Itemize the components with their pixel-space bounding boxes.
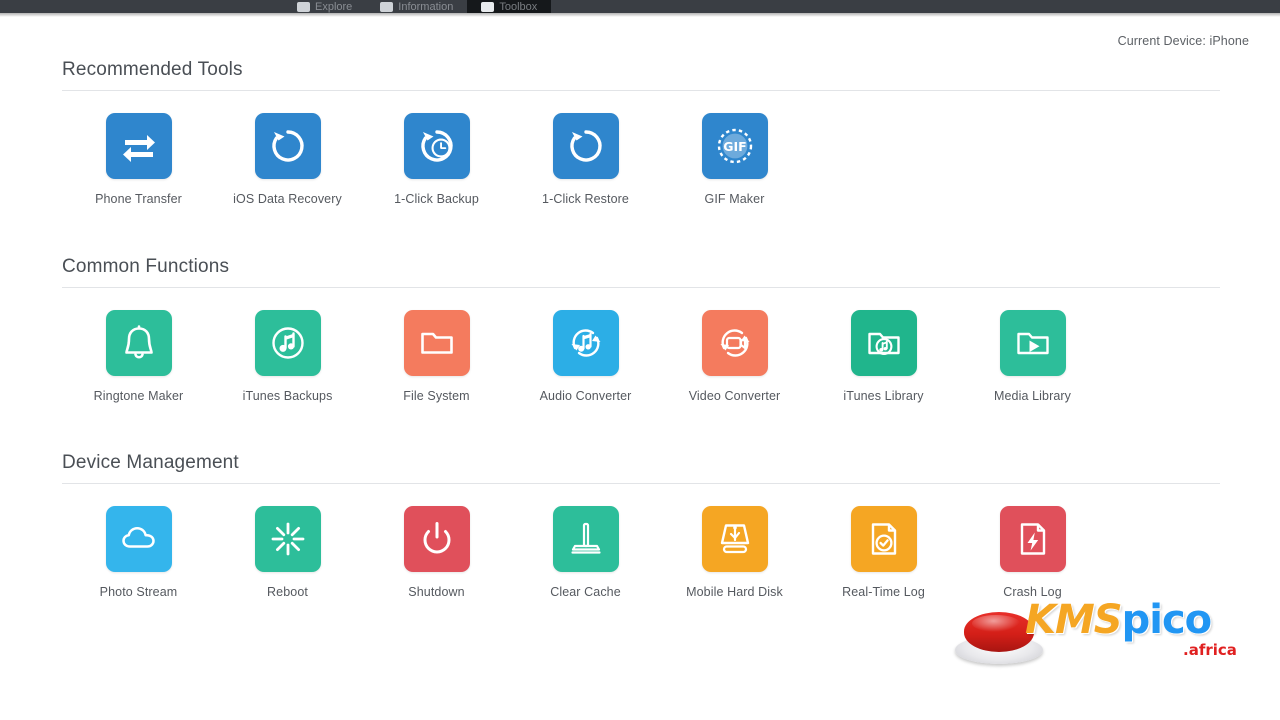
app-root: Explore Information Toolbox Current Devi… — [0, 0, 1280, 720]
tool-tile-label: Ringtone Maker — [93, 389, 184, 403]
current-device-status: Current Device: iPhone — [1117, 34, 1249, 48]
tool-tile-label: GIF Maker — [704, 192, 765, 206]
nav-tab-toolbox[interactable]: Toolbox — [467, 0, 552, 13]
tool-tile-photo-stream[interactable]: Photo Stream — [64, 506, 213, 599]
folder-music-icon — [850, 310, 917, 376]
tile-row-device-management: Photo Stream Reboot Shutdown Clear Cache… — [62, 484, 1220, 599]
tool-tile-label: Phone Transfer — [95, 192, 182, 206]
gif-icon: GIF — [701, 113, 768, 179]
cloud-icon — [105, 506, 172, 572]
tool-tile-label: Mobile Hard Disk — [686, 585, 783, 599]
tool-tile-clear-cache[interactable]: Clear Cache — [511, 506, 660, 599]
page-content: Current Device: iPhone Recommended Tools — [0, 17, 1280, 720]
reboot-burst-icon — [254, 506, 321, 572]
tool-tile-gif-maker[interactable]: GIF GIF Maker — [660, 113, 809, 206]
tool-tile-file-system[interactable]: File System — [362, 310, 511, 403]
crash-bolt-icon — [999, 506, 1066, 572]
tool-tile-reboot[interactable]: Reboot — [213, 506, 362, 599]
section-title-common-functions: Common Functions — [62, 256, 230, 277]
tool-tile-ringtone-maker[interactable]: Ringtone Maker — [64, 310, 213, 403]
audio-convert-icon — [552, 310, 619, 376]
tool-tile-label: 1-Click Restore — [542, 192, 629, 206]
nav-tab-toolbox-label: Toolbox — [499, 0, 538, 13]
tool-tile-label: Media Library — [993, 389, 1072, 403]
info-icon — [380, 1, 394, 12]
tool-tile-video-converter[interactable]: Video Converter — [660, 310, 809, 403]
nav-tab-information-label: Information — [398, 0, 454, 13]
tool-tile-label: iOS Data Recovery — [233, 192, 342, 206]
tool-tile-1-click-restore[interactable]: 1-Click Restore — [511, 113, 660, 206]
tool-tile-mobile-hard-disk[interactable]: Mobile Hard Disk — [660, 506, 809, 599]
tool-tile-label: 1-Click Backup — [394, 192, 479, 206]
tool-sections: Recommended Tools Phone Transfer iOS Dat… — [62, 59, 1220, 603]
nav-tab-information[interactable]: Information — [366, 0, 467, 13]
restore-arrow-icon — [552, 113, 619, 179]
section-device-management: Device Management Photo Stream Reboot Sh… — [62, 452, 1220, 599]
tool-tile-itunes-backups[interactable]: iTunes Backups — [213, 310, 362, 403]
tool-tile-label: Shutdown — [408, 585, 465, 599]
restore-circle-icon — [254, 113, 321, 179]
broom-icon — [552, 506, 619, 572]
backup-clock-icon — [403, 113, 470, 179]
tool-tile-label: Crash Log — [1003, 585, 1062, 599]
section-title-device-management: Device Management — [62, 452, 239, 473]
power-icon — [403, 506, 470, 572]
tool-tile-label: Reboot — [267, 585, 308, 599]
tool-tile-media-library[interactable]: Media Library — [958, 310, 1107, 403]
tool-tile-ios-data-recovery[interactable]: iOS Data Recovery — [213, 113, 362, 206]
tool-tile-shutdown[interactable]: Shutdown — [362, 506, 511, 599]
bell-icon — [105, 310, 172, 376]
tile-row-recommended-tools: Phone Transfer iOS Data Recovery 1-Click… — [62, 91, 1220, 206]
tool-tile-label: Photo Stream — [99, 585, 178, 599]
nav-tab-explore[interactable]: Explore — [283, 0, 366, 13]
device-icon — [297, 1, 310, 12]
log-check-icon — [850, 506, 917, 572]
tool-tile-label: Video Converter — [688, 389, 781, 403]
tool-tile-audio-converter[interactable]: Audio Converter — [511, 310, 660, 403]
tool-tile-label: iTunes Library — [843, 389, 924, 403]
folder-icon — [403, 310, 470, 376]
tool-tile-1-click-backup[interactable]: 1-Click Backup — [362, 113, 511, 206]
folder-play-icon — [999, 310, 1066, 376]
tool-tile-label: iTunes Backups — [242, 389, 333, 403]
video-convert-icon — [701, 310, 768, 376]
svg-text:GIF: GIF — [723, 139, 746, 154]
tool-tile-label: Clear Cache — [550, 585, 621, 599]
itunes-note-icon — [254, 310, 321, 376]
usb-disk-icon — [701, 506, 768, 572]
tool-tile-real-time-log[interactable]: Real-Time Log — [809, 506, 958, 599]
transfer-arrows-icon — [105, 113, 172, 179]
section-common-functions: Common Functions Ringtone Maker iTunes B… — [62, 256, 1220, 403]
tool-tile-label: Real-Time Log — [842, 585, 925, 599]
tile-row-common-functions: Ringtone Maker iTunes Backups File Syste… — [62, 288, 1220, 403]
tool-tile-itunes-library[interactable]: iTunes Library — [809, 310, 958, 403]
tool-tile-label: File System — [403, 389, 470, 403]
nav-tab-explore-label: Explore — [315, 0, 353, 13]
tool-tile-crash-log[interactable]: Crash Log — [958, 506, 1107, 599]
top-navigation-bar: Explore Information Toolbox — [0, 0, 1280, 13]
tool-tile-phone-transfer[interactable]: Phone Transfer — [64, 113, 213, 206]
section-title-recommended-tools: Recommended Tools — [62, 59, 243, 80]
section-recommended-tools: Recommended Tools Phone Transfer iOS Dat… — [62, 59, 1220, 206]
grid-icon — [481, 1, 495, 12]
tool-tile-label: Audio Converter — [539, 389, 632, 403]
